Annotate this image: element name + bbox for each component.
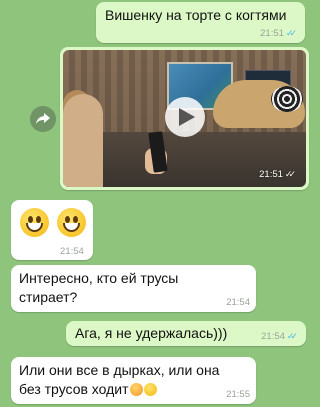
hair-bow bbox=[271, 86, 303, 112]
message-line-text: без трусов ходит bbox=[19, 381, 129, 397]
message-line: стирает? bbox=[19, 289, 78, 305]
message-time: 21:51 bbox=[260, 28, 284, 39]
outgoing-message[interactable]: Ага, я не удержалась))) 21:54 ✓✓ bbox=[66, 321, 306, 346]
message-text: Или они все в дырках, или она без трусов… bbox=[19, 361, 219, 399]
read-ticks-icon: ✓✓ bbox=[284, 169, 296, 179]
message-meta: 21:54 bbox=[60, 246, 84, 257]
video-message[interactable]: 21:51 ✓✓ bbox=[60, 47, 309, 190]
message-line: Интересно, кто ей трусы bbox=[19, 270, 179, 286]
message-meta: 21:51 ✓✓ bbox=[260, 28, 297, 39]
flushed-face-icon bbox=[129, 383, 143, 396]
message-text: Ага, я не удержалась))) bbox=[75, 325, 228, 341]
grinning-face-icon bbox=[20, 208, 49, 237]
message-time: 21:51 bbox=[259, 169, 283, 180]
message-text: Вишенку на торте с когтями bbox=[105, 7, 287, 23]
message-meta: 21:54 ✓✓ bbox=[261, 331, 298, 342]
incoming-message[interactable]: Или они все в дырках, или она без трусов… bbox=[11, 357, 256, 404]
read-ticks-icon: ✓✓ bbox=[285, 28, 297, 38]
message-time: 21:54 bbox=[261, 331, 285, 342]
message-line: Или они все в дырках, или она bbox=[19, 362, 220, 378]
message-line: без трусов ходит bbox=[19, 380, 219, 399]
message-meta: 21:55 bbox=[226, 389, 250, 400]
message-time: 21:54 bbox=[226, 297, 250, 308]
message-meta: 21:54 bbox=[226, 297, 250, 308]
video-thumbnail[interactable]: 21:51 ✓✓ bbox=[63, 50, 306, 187]
message-meta: 21:51 ✓✓ bbox=[259, 169, 296, 180]
incoming-message[interactable]: 21:54 bbox=[11, 200, 93, 260]
forward-icon bbox=[36, 113, 50, 124]
person-left bbox=[63, 94, 103, 187]
message-time: 21:55 bbox=[226, 389, 250, 400]
play-icon bbox=[178, 107, 195, 126]
hushed-face-icon bbox=[143, 383, 157, 396]
outgoing-message[interactable]: Вишенку на торте с когтями 21:51 ✓✓ bbox=[96, 2, 305, 43]
message-text: Интересно, кто ей трусы стирает? bbox=[19, 269, 178, 307]
forward-button[interactable] bbox=[30, 106, 56, 132]
incoming-message[interactable]: Интересно, кто ей трусы стирает? 21:54 bbox=[11, 265, 256, 312]
message-time: 21:54 bbox=[60, 246, 84, 257]
play-button[interactable] bbox=[164, 96, 205, 137]
grinning-face-icon bbox=[57, 208, 86, 237]
read-ticks-icon: ✓✓ bbox=[286, 331, 298, 341]
